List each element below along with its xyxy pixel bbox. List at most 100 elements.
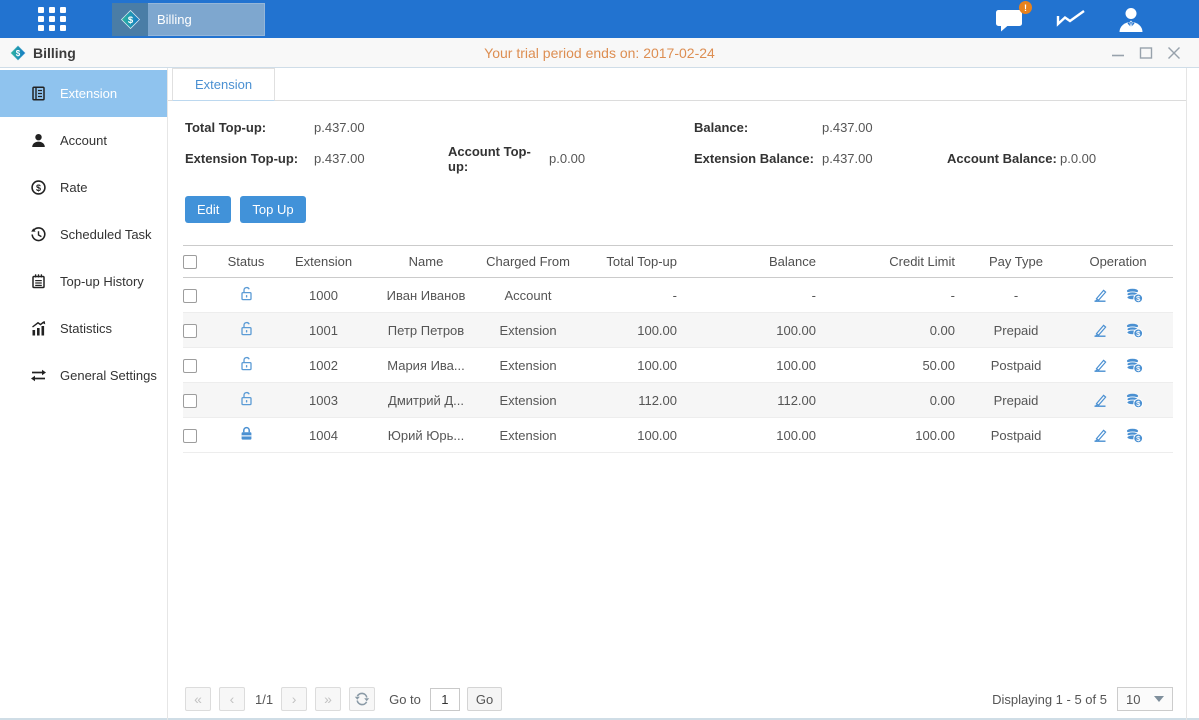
minimize-button[interactable] [1111,46,1125,60]
sidebar-item-rate[interactable]: $ Rate [0,164,167,211]
top-up-row-icon[interactable] [1125,322,1144,339]
cell-balance: 112.00 [691,383,830,418]
billing-app-tab[interactable]: Billing [112,3,265,36]
next-page-button[interactable]: › [281,687,307,711]
cell-total-topup: 100.00 [572,313,691,348]
col-credit-limit: Credit Limit [830,246,969,278]
top-up-button[interactable]: Top Up [240,196,305,223]
user-icon[interactable] [1117,6,1145,32]
edit-row-icon[interactable] [1092,322,1109,339]
close-button[interactable] [1167,46,1181,60]
sidebar-item-label: General Settings [60,368,157,383]
history-clock-icon [30,226,47,243]
account-topup-value: p.0.00 [549,151,694,166]
cell-balance: 100.00 [691,348,830,383]
account-balance-label: Account Balance: [947,151,1060,166]
cell-charged-from: Extension [484,383,572,418]
notification-badge: ! [1019,1,1032,14]
edit-row-icon[interactable] [1092,287,1109,304]
sidebar-item-label: Top-up History [60,274,144,289]
top-up-row-icon[interactable] [1125,427,1144,444]
unlocked-icon[interactable] [238,320,255,337]
cell-charged-from: Extension [484,348,572,383]
prev-page-button[interactable]: ‹ [219,687,245,711]
statistics-chart-icon[interactable] [1055,7,1087,31]
balance-value: p.437.00 [822,120,947,135]
cell-extension: 1002 [279,348,368,383]
cell-pay-type: Prepaid [969,383,1063,418]
cell-name: Иван Иванов [368,278,484,313]
maximize-button[interactable] [1139,46,1153,60]
window-controls [1111,46,1199,60]
top-up-row-icon[interactable] [1125,357,1144,374]
sidebar-item-scheduled-task[interactable]: Scheduled Task [0,211,167,258]
row-checkbox[interactable] [183,429,197,443]
select-all-checkbox[interactable] [183,255,197,269]
unlocked-icon[interactable] [238,285,255,302]
account-balance-value: p.0.00 [1060,151,1186,166]
top-up-row-icon[interactable] [1125,287,1144,304]
cell-extension: 1004 [279,418,368,453]
total-topup-value: p.437.00 [314,120,448,135]
cell-pay-type: Postpaid [969,348,1063,383]
row-checkbox[interactable] [183,324,197,338]
refresh-icon [354,691,370,707]
cell-credit-limit: 100.00 [830,418,969,453]
cell-balance: - [691,278,830,313]
app-launcher-grid-icon[interactable] [36,6,68,32]
total-topup-label: Total Top-up: [185,120,314,135]
window-header: Billing Your trial period ends on: 2017-… [0,38,1199,68]
topbar-right-icons: ! [995,6,1199,32]
sidebar-item-statistics[interactable]: Statistics [0,305,167,352]
messages-icon[interactable]: ! [995,6,1025,32]
person-icon [30,132,47,149]
refresh-button[interactable] [349,687,375,711]
first-page-button[interactable]: « [185,687,211,711]
top-up-row-icon[interactable] [1125,392,1144,409]
empty-area [168,453,1186,687]
unlocked-icon[interactable] [238,355,255,372]
tab-extension[interactable]: Extension [172,68,275,101]
last-page-button[interactable]: » [315,687,341,711]
edit-row-icon[interactable] [1092,427,1109,444]
sidebar-item-general-settings[interactable]: General Settings [0,352,167,399]
trial-notice: Your trial period ends on: 2017-02-24 [484,45,715,61]
row-checkbox[interactable] [183,289,197,303]
top-bar: Billing ! [0,0,1199,38]
extension-topup-value: p.437.00 [314,151,448,166]
cell-extension: 1003 [279,383,368,418]
edit-button[interactable]: Edit [185,196,231,223]
col-status: Status [213,246,279,278]
window-title-area: Billing [0,45,76,61]
page-indicator: 1/1 [255,692,273,707]
edit-row-icon[interactable] [1092,357,1109,374]
sidebar-item-extension[interactable]: Extension [0,70,167,117]
edit-row-icon[interactable] [1092,392,1109,409]
cell-credit-limit: 0.00 [830,313,969,348]
cell-pay-type: Prepaid [969,313,1063,348]
sidebar-item-label: Rate [60,180,87,195]
cell-name: Мария Ива... [368,348,484,383]
col-operation: Operation [1063,246,1173,278]
grid-icon [37,6,67,32]
pagination-bar: « ‹ 1/1 › » Go to Go Displaying 1 - 5 of… [185,687,1173,711]
sidebar-item-topup-history[interactable]: Top-up History [0,258,167,305]
cell-name: Петр Петров [368,313,484,348]
row-checkbox[interactable] [183,359,197,373]
page-size-select[interactable]: 10 [1117,687,1173,711]
table-row: 1001 Петр Петров Extension 100.00 100.00… [183,313,1173,348]
col-total-topup: Total Top-up [572,246,691,278]
table-header-row: Status Extension Name Charged From Total… [183,246,1173,278]
page-size-value: 10 [1126,692,1140,707]
row-checkbox[interactable] [183,394,197,408]
cell-extension: 1001 [279,313,368,348]
sidebar-item-account[interactable]: Account [0,117,167,164]
sidebar-item-label: Scheduled Task [60,227,152,242]
col-extension: Extension [279,246,368,278]
unlocked-icon[interactable] [238,390,255,407]
goto-label: Go to [389,692,421,707]
goto-page-input[interactable] [430,688,460,711]
balance-summary: Total Top-up: p.437.00 Balance: p.437.00… [185,112,1186,174]
go-button[interactable]: Go [467,687,502,711]
locked-icon[interactable] [238,425,255,442]
